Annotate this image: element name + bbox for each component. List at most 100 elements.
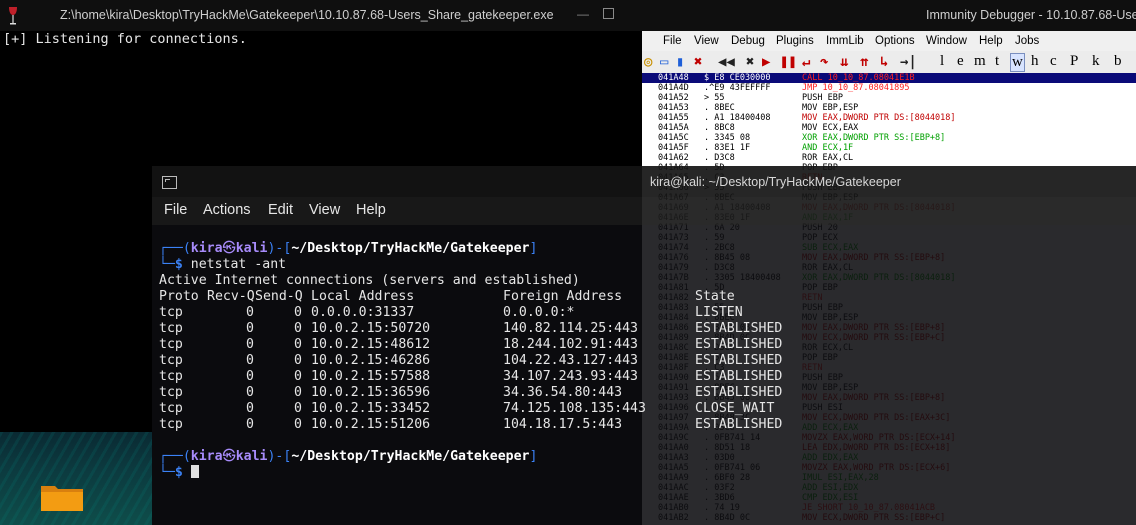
stop-icon[interactable]: ✖ [694, 54, 702, 70]
toolbar-c-button[interactable]: c [1050, 53, 1057, 70]
netstat-column-header: State [695, 289, 735, 304]
disassembly-row[interactable]: 041A5F . 83E1 1F AND ECX,1F [642, 143, 1136, 153]
disassembly-row[interactable]: 041A5C . 3345 08 XOR EAX,DWORD PTR SS:[EBP… [642, 133, 1136, 143]
netstat-cell: 0.0.0.0:31337 [311, 305, 415, 320]
toolbar-w-button[interactable]: w [1010, 53, 1025, 72]
toolbar-e-button[interactable]: e [957, 53, 964, 70]
netstat-cell: 10.0.2.15:33452 [311, 401, 431, 416]
prompt-line: ┌──(kira㉿kali)-[~/Desktop/TryHackMe/Gate… [159, 449, 538, 464]
run-icon[interactable]: ▶ [762, 54, 770, 70]
netstat-column-header: Recv-Q [207, 289, 255, 304]
menu-options[interactable]: Options [875, 35, 915, 47]
toolbar-p-button[interactable]: P [1070, 53, 1078, 70]
disassembly-row[interactable]: 041A4D .^E9 43FEFFFF JMP 10_10_87.08041895 [642, 83, 1136, 93]
netstat-column-header: Proto [159, 289, 199, 304]
instruction-text: MOV EBP,ESP [802, 103, 859, 113]
netstat-cell: tcp [159, 353, 183, 368]
goto-icon[interactable]: →| [900, 54, 917, 70]
netstat-cell: 0 [246, 417, 254, 432]
terminal-menu-help[interactable]: Help [356, 202, 386, 218]
menu-help[interactable]: Help [979, 35, 1003, 47]
netstat-cell: 0 [294, 337, 302, 352]
menu-plugins[interactable]: Plugins [776, 35, 814, 47]
prompt-line: ┌──(kira㉿kali)-[~/Desktop/TryHackMe/Gate… [159, 241, 538, 256]
maximize-icon[interactable] [603, 8, 614, 19]
close-icon[interactable]: ▮ [676, 54, 684, 70]
disassembly-row[interactable]: 041A5A . 8BC8 MOV ECX,EAX [642, 123, 1136, 133]
netstat-cell: 140.82.114.25:443 [503, 321, 638, 336]
netstat-cell: 0 [246, 369, 254, 384]
netstat-cell: 10.0.2.15:48612 [311, 337, 431, 352]
terminal-icon [162, 176, 177, 189]
toolbar-l-button[interactable]: l [940, 53, 944, 70]
command-text: netstat -ant [190, 257, 287, 272]
netstat-cell: ESTABLISHED [695, 337, 783, 352]
disassembly-row[interactable]: 041A52 > 55 PUSH EBP [642, 93, 1136, 103]
toolbar-m-button[interactable]: m [974, 53, 986, 70]
netstat-cell: 0 [294, 417, 302, 432]
terminal-menu-edit[interactable]: Edit [268, 202, 293, 218]
terminal-window[interactable]: kira@kali: ~/Desktop/TryHackMe/Gatekeepe… [152, 166, 1136, 525]
menu-file[interactable]: File [663, 35, 682, 47]
menu-view[interactable]: View [694, 35, 719, 47]
toolbar-b-button[interactable]: b [1114, 53, 1122, 70]
step-into-icon[interactable]: ↵ [802, 54, 810, 70]
menu-debug[interactable]: Debug [731, 35, 765, 47]
folder-icon[interactable] [40, 482, 84, 512]
netstat-cell: 0 [294, 321, 302, 336]
netstat-header: Active Internet connections (servers and… [159, 273, 580, 288]
rewind-icon[interactable]: ◀◀ [718, 54, 735, 70]
menu-window[interactable]: Window [926, 35, 967, 47]
terminal-titlebar[interactable]: kira@kali: ~/Desktop/TryHackMe/Gatekeepe… [152, 166, 1136, 197]
terminal-cursor[interactable] [190, 465, 199, 478]
netstat-cell: 0 [246, 337, 254, 352]
terminal-menu-view[interactable]: View [309, 202, 340, 218]
instruction-bytes: . 83E1 1F [704, 143, 751, 153]
immunity-window-title: Immunity Debugger - 10.10.87.68-User [926, 8, 1136, 22]
netstat-cell: ESTABLISHED [695, 417, 783, 432]
terminal-menu-actions[interactable]: Actions [203, 202, 251, 218]
instruction-address: 041A52 [658, 93, 689, 103]
restart-icon[interactable]: ▭ [660, 54, 668, 70]
netstat-cell: ESTABLISHED [695, 321, 783, 336]
disassembly-row[interactable]: 041A62 . D3C8 ROR EAX,CL [642, 153, 1136, 163]
terminal-menu-file[interactable]: File [164, 202, 187, 218]
instruction-address: 041A4D [658, 83, 689, 93]
prompt-path: ~/Desktop/TryHackMe/Gatekeeper [291, 449, 530, 464]
minimize-icon[interactable]: — [577, 8, 589, 20]
open-icon[interactable]: ◎ [644, 54, 652, 70]
instruction-text: AND ECX,1F [802, 143, 854, 153]
netstat-cell: ESTABLISHED [695, 369, 783, 384]
menu-immlib[interactable]: ImmLib [826, 35, 864, 47]
toolbar-k-button[interactable]: k [1092, 53, 1100, 70]
terminal-output[interactable]: ┌──(kira㉿kali)-[~/Desktop/TryHackMe/Gate… [152, 225, 1136, 525]
disassembly-row[interactable]: 041A53 . 8BEC MOV EBP,ESP [642, 103, 1136, 113]
trace-over-icon[interactable]: ⇈ [860, 54, 868, 70]
step-over-icon[interactable]: ↷ [820, 54, 828, 70]
disassembly-row[interactable]: 041A55 . A1 18400408 MOV EAX,DWORD PTR DS:… [642, 113, 1136, 123]
instruction-bytes: . 8BC8 [704, 123, 735, 133]
wine-console-output[interactable]: [+] Listening for connections. [0, 31, 642, 171]
netstat-cell: 0 [294, 369, 302, 384]
wine-icon [9, 7, 17, 25]
netstat-cell: 34.107.243.93:443 [503, 369, 638, 384]
netstat-cell: CLOSE_WAIT [695, 401, 775, 416]
trace-into-icon[interactable]: ⇊ [840, 54, 848, 70]
toolbar-t-button[interactable]: t [995, 53, 999, 70]
netstat-column-header: Send-Q [255, 289, 303, 304]
netstat-cell: ESTABLISHED [695, 385, 783, 400]
instruction-text: PUSH EBP [802, 93, 843, 103]
menu-jobs[interactable]: Jobs [1015, 35, 1039, 47]
netstat-cell: tcp [159, 401, 183, 416]
animate-icon[interactable]: ✖ [746, 54, 754, 70]
instruction-address: 041A5C [658, 133, 689, 143]
disassembly-row[interactable]: 041A48 $ E8 CE030000 CALL 10_10_87.08041E1… [642, 73, 1136, 83]
netstat-cell: 10.0.2.15:36596 [311, 385, 431, 400]
netstat-cell: tcp [159, 385, 183, 400]
instruction-text: XOR EAX,DWORD PTR SS:[EBP+8] [802, 133, 946, 143]
prompt-host: kali [235, 449, 268, 464]
pause-icon[interactable]: ❚❚ [780, 54, 797, 70]
instruction-bytes: . A1 18400408 [704, 113, 771, 123]
execute-till-return-icon[interactable]: ↳ [880, 54, 888, 70]
toolbar-h-button[interactable]: h [1031, 53, 1039, 70]
